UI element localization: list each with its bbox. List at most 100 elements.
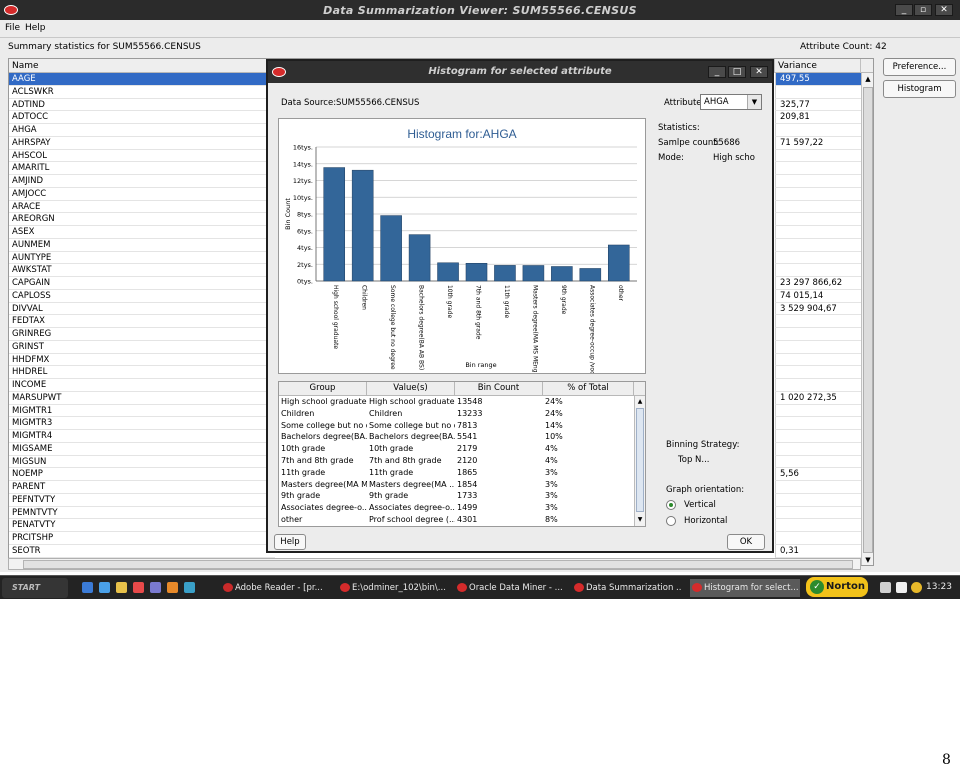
preference-button[interactable]: Preference... <box>883 58 956 76</box>
table-row-variance[interactable] <box>775 506 861 520</box>
disk-icon[interactable] <box>150 582 161 593</box>
taskbar-task[interactable]: E:\odminer_102\bin\... <box>338 579 448 597</box>
bin-table-column-header[interactable]: Bin Count <box>455 382 543 396</box>
table-row-name[interactable]: PENATVTY <box>9 519 275 532</box>
firefox-icon[interactable] <box>167 582 178 593</box>
table-row-name[interactable]: AMARITL <box>9 162 275 175</box>
taskbar-task[interactable]: Data Summarization ... <box>572 579 682 597</box>
folder-icon[interactable] <box>116 582 127 593</box>
table-row-variance[interactable]: 0,31 <box>775 544 861 558</box>
table-row-name[interactable]: GRINREG <box>9 328 275 341</box>
table-row-variance[interactable] <box>775 404 861 418</box>
table-row-name[interactable]: PARENT <box>9 481 275 494</box>
horizontal-scroll-thumb[interactable] <box>23 560 853 569</box>
table-row-variance[interactable] <box>775 315 861 328</box>
table-row-name[interactable]: MIGMTR1 <box>9 405 275 418</box>
bin-table-column-header[interactable]: Group <box>279 382 367 396</box>
table-row-name[interactable]: AHGA <box>9 124 275 137</box>
bin-table-column-header[interactable]: % of Total <box>543 382 634 396</box>
table-row-variance[interactable] <box>775 532 861 545</box>
restore-icon[interactable]: ▫ <box>914 4 932 16</box>
bin-table-row[interactable]: Masters degree(MA M... Masters degree(MA … <box>279 479 634 491</box>
column-header-variance[interactable]: Variance <box>775 59 861 73</box>
table-row-name[interactable]: ADTOCC <box>9 111 275 124</box>
close-icon[interactable]: ✕ <box>935 4 953 16</box>
bin-table-row[interactable]: 10th grade 10th grade 2179 4% <box>279 443 634 455</box>
table-row-name[interactable]: AHRSPAY <box>9 137 275 150</box>
table-row-name[interactable]: MARSUPWT <box>9 392 275 405</box>
table-row-variance[interactable] <box>775 187 861 201</box>
table-row-name[interactable]: AREORGN <box>9 213 275 226</box>
table-row-name[interactable]: AMJOCC <box>9 188 275 201</box>
table-row-variance[interactable] <box>775 175 861 188</box>
table-horizontal-scrollbar[interactable] <box>8 558 861 570</box>
menu-file[interactable]: File <box>5 23 20 33</box>
table-vertical-scrollbar[interactable]: ▲ ▼ <box>861 73 873 565</box>
table-row-variance[interactable]: 325,77 <box>775 98 861 112</box>
table-row-variance[interactable] <box>775 213 861 226</box>
bin-table-row[interactable]: Bachelors degree(BA... Bachelors degree(B… <box>279 431 634 443</box>
bin-table-row[interactable]: Some college but no d...Some college but… <box>279 420 634 432</box>
table-row-name[interactable]: HHDFMX <box>9 354 275 367</box>
menu-help[interactable]: Help <box>25 23 46 33</box>
table-row-name[interactable]: AAGE <box>9 73 275 86</box>
orientation-horizontal-radio[interactable] <box>666 516 676 526</box>
table-row-variance[interactable] <box>775 430 861 443</box>
media-icon[interactable] <box>133 582 144 593</box>
minimize-icon[interactable]: _ <box>895 4 913 16</box>
table-row-variance[interactable]: 1 020 272,35 <box>775 391 861 405</box>
table-row-name[interactable]: HHDREL <box>9 366 275 379</box>
table-row-variance[interactable]: 497,55 <box>775 73 861 86</box>
table-row-variance[interactable] <box>775 149 861 163</box>
table-row-variance[interactable] <box>775 200 861 214</box>
table-row-name[interactable]: ACLSWKR <box>9 86 275 99</box>
table-row-name[interactable]: MIGSAME <box>9 443 275 456</box>
table-row-name[interactable]: MIGMTR4 <box>9 430 275 443</box>
table-row-name[interactable]: CAPGAIN <box>9 277 275 290</box>
table-row-name[interactable]: AUNMEM <box>9 239 275 252</box>
bin-table-row[interactable]: 7th and 8th grade 7th and 8th grade 2120 4% <box>279 455 634 467</box>
table-row-name[interactable]: INCOME <box>9 379 275 392</box>
table-row-variance[interactable]: 5,56 <box>775 468 861 481</box>
update-icon[interactable] <box>911 582 922 593</box>
table-row-name[interactable]: PEFNTVTY <box>9 494 275 507</box>
table-row-variance[interactable] <box>775 519 861 532</box>
table-row-variance[interactable] <box>775 238 861 252</box>
table-row-name[interactable]: DIVVAL <box>9 303 275 316</box>
table-row-variance[interactable] <box>775 124 861 137</box>
explorer-icon[interactable] <box>99 582 110 593</box>
table-row-name[interactable]: AMJIND <box>9 175 275 188</box>
table-row-name[interactable]: NOEMP <box>9 468 275 481</box>
taskbar-task[interactable]: Adobe Reader - [pr... <box>221 579 331 597</box>
table-row-name[interactable]: FEDTAX <box>9 315 275 328</box>
table-row-variance[interactable] <box>775 481 861 494</box>
orientation-horizontal-label[interactable]: Horizontal <box>684 516 727 526</box>
bin-table-row[interactable]: other Prof school degree (... 4301 8% <box>279 514 634 526</box>
bin-table-scrollbar[interactable]: ▲ ▼ <box>634 396 645 526</box>
table-row-name[interactable]: CAPLOSS <box>9 290 275 303</box>
table-row-name[interactable]: AWKSTAT <box>9 264 275 277</box>
start-button[interactable]: START <box>2 578 68 598</box>
bin-table-row[interactable]: Associates degree-o... Associates degree-… <box>279 502 634 514</box>
table-row-variance[interactable] <box>775 417 861 430</box>
table-row-name[interactable]: PRCITSHP <box>9 532 275 545</box>
table-row-variance[interactable] <box>775 493 861 507</box>
table-row-name[interactable]: ADTIND <box>9 99 275 112</box>
table-row-variance[interactable] <box>775 366 861 379</box>
table-row-variance[interactable]: 209,81 <box>775 111 861 124</box>
scroll-down-icon[interactable]: ▼ <box>862 554 873 565</box>
bin-scroll-thumb[interactable] <box>636 408 644 512</box>
network-icon[interactable] <box>896 582 907 593</box>
table-row-name[interactable]: AUNTYPE <box>9 252 275 265</box>
table-row-name[interactable]: MIGMTR3 <box>9 417 275 430</box>
scroll-thumb[interactable] <box>863 87 873 553</box>
bin-table-row[interactable]: Children Children 13233 24% <box>279 408 634 420</box>
table-row-variance[interactable]: 3 529 904,67 <box>775 302 861 316</box>
orientation-vertical-label[interactable]: Vertical <box>684 500 716 510</box>
table-row-name[interactable]: ASEX <box>9 226 275 239</box>
table-row-name[interactable]: MIGSUN <box>9 456 275 469</box>
table-row-variance[interactable] <box>775 85 861 99</box>
table-row-variance[interactable] <box>775 162 861 175</box>
bin-scroll-down-icon[interactable]: ▼ <box>635 514 645 525</box>
chevron-down-icon[interactable]: ▼ <box>747 95 761 109</box>
